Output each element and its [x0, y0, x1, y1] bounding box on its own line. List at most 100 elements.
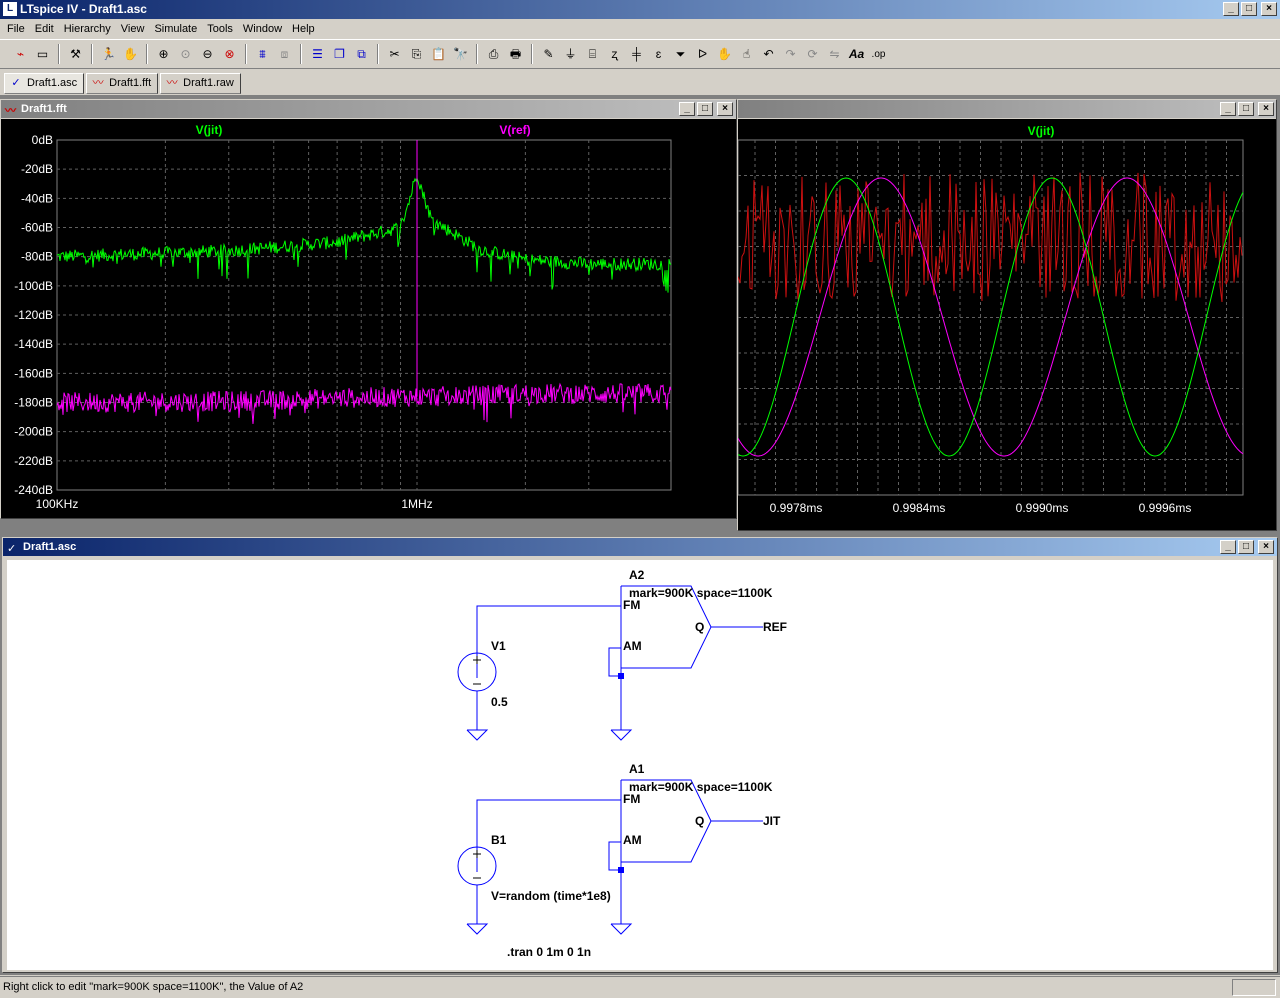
schematic-canvas[interactable]: A2 mark=900K space=1100K FM AM Q REF V1 … — [7, 560, 1273, 970]
move-icon[interactable]: ✋ — [714, 44, 735, 65]
menu-window[interactable]: Window — [238, 23, 287, 35]
ltspice-icon[interactable]: L — [3, 2, 17, 16]
toolbar: ⌁ ▭ ⚒ 🏃 ✋ ⊕ ⊙ ⊖ ⊗ ⩩ ⧈ ☰ ❐ ⧉ ✂ ⎘ 📋 🔭 ⎙ 🖶 … — [0, 39, 1280, 69]
schematic-maximize-button[interactable]: □ — [1238, 540, 1254, 554]
b1-name[interactable]: B1 — [491, 833, 506, 847]
paste-icon[interactable]: 📋 — [428, 44, 449, 65]
fft-trace-vjit[interactable] — [56, 176, 672, 293]
menu-tools[interactable]: Tools — [202, 23, 238, 35]
v1-name[interactable]: V1 — [491, 639, 506, 653]
draw-wire-icon[interactable]: ✎ — [538, 44, 559, 65]
ground-icon[interactable] — [610, 923, 633, 935]
schematic-window[interactable]: ✓ Draft1.asc _ □ × A2 mark=900K space=11… — [2, 537, 1278, 973]
maximize-button[interactable]: □ — [1241, 2, 1257, 16]
cut-icon[interactable]: ✂ — [384, 44, 405, 65]
copy-icon[interactable]: ⎘ — [406, 44, 427, 65]
zoom-cancel-icon[interactable]: ⊗ — [219, 44, 240, 65]
fit-icon[interactable]: ⧈ — [274, 44, 295, 65]
fft-minimize-button[interactable]: _ — [679, 102, 695, 116]
menu-view[interactable]: View — [116, 23, 150, 35]
a2-pin-fm: FM — [623, 598, 641, 612]
close-all-icon[interactable]: ⧉ — [351, 44, 372, 65]
zoom-in-icon[interactable]: ⊕ — [153, 44, 174, 65]
wire[interactable] — [608, 841, 621, 871]
fft-maximize-button[interactable]: □ — [697, 102, 713, 116]
mirror-icon[interactable]: ⇋ — [824, 44, 845, 65]
raw-close-button[interactable]: × — [1258, 102, 1274, 116]
schematic-window-title: Draft1.asc — [23, 541, 77, 553]
ground-icon[interactable] — [466, 923, 489, 935]
ground-icon[interactable] — [466, 729, 489, 741]
wire[interactable] — [608, 647, 621, 677]
pan-icon[interactable]: ⊙ — [175, 44, 196, 65]
fft-plot-window[interactable]: 〰 Draft1.fft _ □ × V(jit) V(ref) 0dB -20d… — [0, 99, 737, 519]
schematic-window-title-bar[interactable]: ✓ Draft1.asc _ □ × — [3, 538, 1277, 556]
menu-help[interactable]: Help — [287, 23, 320, 35]
fft-window-title-bar[interactable]: 〰 Draft1.fft _ □ × — [1, 100, 736, 118]
ground-icon[interactable] — [610, 729, 633, 741]
raw-trace-noise[interactable] — [737, 172, 1243, 303]
autorange-icon[interactable]: ⩩ — [252, 44, 273, 65]
close-button[interactable]: × — [1261, 2, 1277, 16]
print-setup-icon[interactable]: ⎙ — [483, 44, 504, 65]
fft-trace-label-vjit[interactable]: V(jit) — [196, 123, 223, 137]
resistor-icon[interactable]: ʐ — [604, 44, 625, 65]
tab-draft1-raw[interactable]: 〰 Draft1.raw — [160, 73, 241, 94]
diode-icon[interactable]: ⏷ — [670, 44, 691, 65]
find-icon[interactable]: 🔭 — [450, 44, 471, 65]
fft-close-button[interactable]: × — [717, 102, 733, 116]
toolbar-separator — [58, 44, 60, 64]
menu-edit[interactable]: Edit — [30, 23, 59, 35]
spice-directive-tran[interactable]: .tran 0 1m 0 1n — [507, 945, 591, 959]
run-icon[interactable]: 🏃 — [98, 44, 119, 65]
zoom-out-icon[interactable]: ⊖ — [197, 44, 218, 65]
a1-params[interactable]: mark=900K space=1100K — [629, 780, 772, 794]
a2-name[interactable]: A2 — [629, 568, 644, 582]
open-icon[interactable]: ▭ — [32, 44, 53, 65]
a1-name[interactable]: A1 — [629, 762, 644, 776]
schematic-close-button[interactable]: × — [1258, 540, 1274, 554]
minimize-button[interactable]: _ — [1223, 2, 1239, 16]
text-icon[interactable]: Aa — [846, 44, 867, 65]
raw-minimize-button[interactable]: _ — [1220, 102, 1236, 116]
new-schematic-icon[interactable]: ⌁ — [10, 44, 31, 65]
b1-value[interactable]: V=random (time*1e8) — [491, 889, 611, 903]
inductor-icon[interactable]: ɛ — [648, 44, 669, 65]
label-net-icon[interactable]: ⌸ — [582, 44, 603, 65]
menu-bar: File Edit Hierarchy View Simulate Tools … — [0, 19, 1280, 38]
fft-trace-vref[interactable] — [56, 382, 672, 424]
ground-icon[interactable]: ⏚ — [560, 44, 581, 65]
v1-value[interactable]: 0.5 — [491, 695, 508, 709]
schematic-minimize-button[interactable]: _ — [1220, 540, 1236, 554]
tile-horizontal-icon[interactable]: ☰ — [307, 44, 328, 65]
raw-plot-window[interactable]: _ □ × V(jit) 0.9978ms 0.9984ms 0.9990ms 0.9… — [737, 99, 1277, 531]
fft-plot-area[interactable]: V(jit) V(ref) 0dB -20dB -40dB -60dB -80dB -10… — [1, 119, 736, 518]
raw-window-title-bar[interactable]: _ □ × — [738, 100, 1276, 118]
fft-trace-label-vref[interactable]: V(ref) — [499, 123, 530, 137]
raw-trace-label-vjit[interactable]: V(jit) — [1028, 124, 1055, 138]
redo-icon[interactable]: ↷ — [780, 44, 801, 65]
tab-draft1-fft[interactable]: 〰 Draft1.fft — [86, 73, 159, 94]
halt-icon[interactable]: ✋ — [120, 44, 141, 65]
undo-icon[interactable]: ↶ — [758, 44, 779, 65]
a2-params[interactable]: mark=900K space=1100K — [629, 586, 772, 600]
fft-plot-svg[interactable]: V(jit) V(ref) 0dB -20dB -40dB -60dB -80dB -10… — [1, 119, 736, 518]
drag-icon[interactable]: ☝ — [736, 44, 757, 65]
tab-draft1-asc[interactable]: ✓ Draft1.asc — [4, 73, 85, 94]
net-label-jit[interactable]: JIT — [763, 814, 780, 828]
control-panel-icon[interactable]: ⚒ — [65, 44, 86, 65]
toolbar-separator — [91, 44, 93, 64]
menu-simulate[interactable]: Simulate — [149, 23, 202, 35]
component-icon[interactable]: ᐅ — [692, 44, 713, 65]
menu-hierarchy[interactable]: Hierarchy — [59, 23, 116, 35]
menu-file[interactable]: File — [2, 23, 30, 35]
raw-plot-svg[interactable]: V(jit) 0.9978ms 0.9984ms 0.9990ms 0.9996ms — [737, 119, 1276, 530]
capacitor-icon[interactable]: ╪ — [626, 44, 647, 65]
rotate-icon[interactable]: ⟳ — [802, 44, 823, 65]
cascade-icon[interactable]: ❐ — [329, 44, 350, 65]
raw-plot-area[interactable]: V(jit) 0.9978ms 0.9984ms 0.9990ms 0.9996ms — [737, 119, 1276, 530]
raw-maximize-button[interactable]: □ — [1238, 102, 1254, 116]
net-label-ref[interactable]: REF — [763, 620, 787, 634]
print-icon[interactable]: 🖶 — [505, 44, 526, 65]
spice-directive-icon[interactable]: .op — [868, 44, 889, 65]
